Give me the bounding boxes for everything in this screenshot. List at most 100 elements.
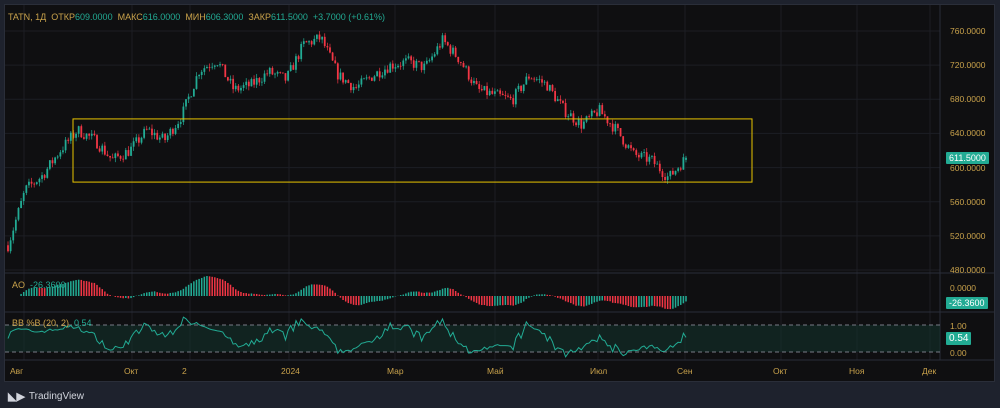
candle-body (59, 152, 62, 157)
candle-body (449, 45, 452, 54)
candle-body (658, 163, 661, 172)
candle-body (478, 84, 481, 89)
candle-body (603, 114, 606, 117)
candle-body (137, 137, 140, 143)
close-value: 611.5000 (271, 12, 308, 22)
candle-body (598, 105, 601, 116)
candle-body (543, 81, 546, 83)
candle-body (67, 139, 70, 141)
candle-body (357, 84, 360, 88)
candle-body (69, 132, 72, 141)
candle-body (454, 47, 457, 57)
candle-body (240, 87, 242, 91)
candle-body (103, 145, 106, 155)
candle-body (300, 43, 303, 60)
candle-body (666, 176, 669, 180)
candle-body (161, 133, 164, 138)
candle-body (122, 158, 125, 160)
candle-body (404, 58, 407, 61)
candle-body (226, 77, 229, 81)
candle-body (679, 168, 682, 170)
candle-body (20, 200, 22, 209)
candle-body (630, 145, 632, 149)
tradingview-logo[interactable]: ◣▶ TradingView (8, 390, 84, 403)
brand-label: TradingView (28, 391, 84, 402)
open-label: ОТКР (51, 12, 76, 22)
candle-body (17, 208, 20, 220)
bb-band-fill (5, 325, 940, 352)
candle-body (674, 170, 677, 175)
candle-body (334, 60, 337, 64)
candle-body (509, 96, 512, 99)
candle-body (305, 41, 308, 43)
candle-body (533, 78, 536, 80)
candle-body (488, 90, 491, 96)
candle-body (329, 47, 331, 53)
candle-body (124, 150, 127, 160)
ohlc-legend: TATN, 1Д ОТКР609.0000 МАКС616.0000 МИН60… (8, 12, 385, 22)
candle-body (452, 47, 454, 54)
candle-body (480, 88, 483, 91)
candle-body (418, 60, 420, 62)
candle-body (559, 99, 562, 101)
candle-body (491, 90, 494, 94)
candle-body (62, 150, 64, 153)
candle-body (190, 96, 193, 98)
candle-body (355, 86, 358, 88)
candle-body (656, 163, 659, 165)
candle-body (339, 72, 342, 80)
candle-body (622, 136, 625, 145)
candle-body (321, 36, 324, 40)
ao-value-tag: -26.3600 (946, 297, 988, 309)
candle-body (669, 170, 672, 177)
price-axis-label: 720.0000 (950, 60, 986, 71)
chart-canvas[interactable] (0, 0, 1000, 408)
candle-body (85, 133, 88, 139)
candle-body (279, 72, 282, 73)
candle-body (535, 79, 538, 81)
candle-body (177, 123, 180, 129)
candle-body (677, 168, 680, 171)
candle-body (415, 60, 418, 68)
candle-body (261, 81, 263, 83)
candle-body (504, 95, 507, 96)
candle-body (580, 119, 583, 129)
candle-body (48, 160, 51, 169)
candle-body (538, 79, 541, 81)
candle-body (632, 148, 635, 151)
candle-body (172, 128, 174, 134)
candle-body (263, 73, 266, 82)
candle-body (606, 116, 609, 124)
bb-value-tag: 0.54 (946, 332, 972, 345)
candle-body (336, 63, 339, 80)
price-axis-label: 480.0000 (950, 265, 986, 275)
candle-body (517, 85, 520, 90)
candle-body (431, 56, 433, 61)
candle-body (546, 81, 549, 91)
candle-body (425, 60, 428, 64)
candle-body (200, 71, 203, 75)
candle-body (661, 171, 664, 178)
change-value: +3.7000 (+0.61%) (312, 12, 385, 22)
candle-body (331, 52, 334, 61)
candle-body (106, 154, 109, 156)
candle-body (384, 69, 386, 76)
candle-body (572, 113, 575, 123)
candle-body (541, 79, 543, 83)
candle-body (54, 157, 57, 164)
candle-body (206, 66, 208, 69)
candle-body (182, 106, 185, 123)
candle-body (391, 63, 394, 69)
candle-body (551, 85, 554, 91)
candle-body (569, 113, 572, 117)
candle-body (617, 124, 619, 129)
candle-body (465, 66, 468, 68)
candle-body (637, 154, 640, 158)
candle-body (412, 60, 415, 68)
candle-body (410, 56, 413, 61)
candle-body (496, 90, 499, 92)
candle-body (156, 132, 159, 140)
candle-body (56, 156, 59, 158)
candle-body (619, 128, 622, 137)
candle-body (284, 73, 287, 81)
